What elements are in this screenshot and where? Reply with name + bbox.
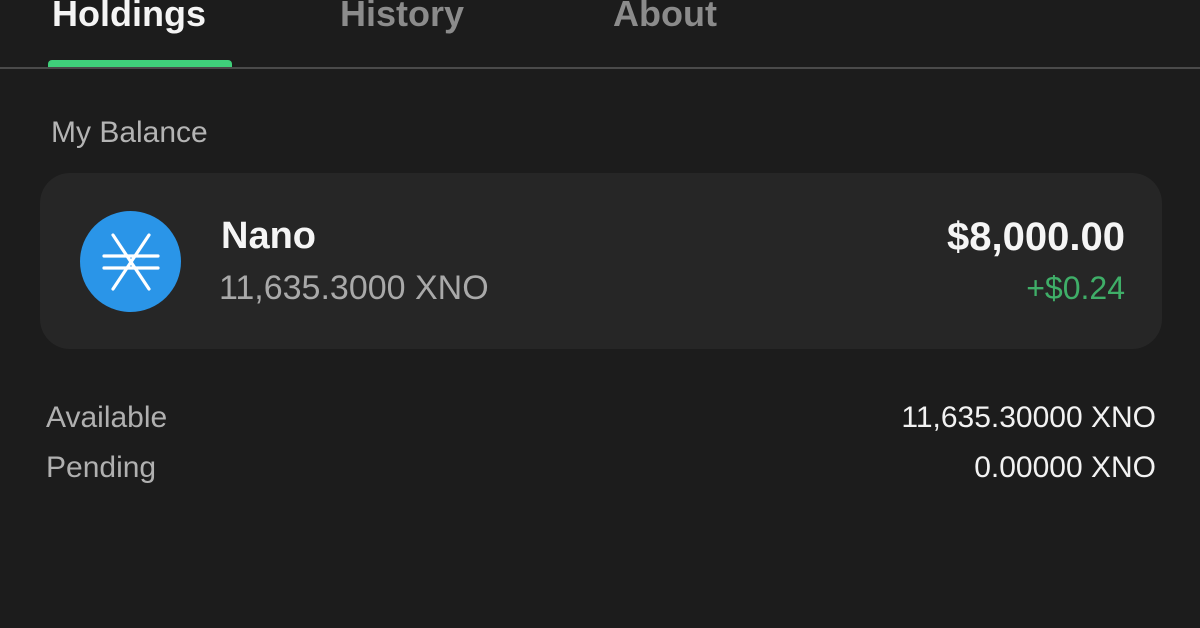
pending-row: Pending 0.00000 XNO [46,451,1156,491]
asset-fiat-value: $8,000.00 [947,215,1125,259]
tab-divider [0,67,1200,69]
pending-value: 0.00000 XNO [974,451,1156,484]
balance-card[interactable]: Nano 11,635.3000 XNO $8,000.00 +$0.24 [40,173,1162,349]
tab-history[interactable]: History [340,0,464,38]
wallet-screen: Holdings History About My Balance Nano 1… [0,0,1200,628]
available-label: Available [46,401,168,434]
tab-about[interactable]: About [613,0,717,38]
available-row: Available 11,635.30000 XNO [46,401,1156,441]
nano-xno-icon [80,211,181,312]
pending-label: Pending [46,451,157,484]
tab-bar: Holdings History About [0,0,1200,69]
tab-holdings[interactable]: Holdings [52,0,206,38]
asset-fiat-change: +$0.24 [1026,270,1125,306]
section-title: My Balance [51,116,208,149]
asset-name: Nano [221,215,316,257]
available-value: 11,635.30000 XNO [901,401,1156,434]
asset-amount: 11,635.3000 XNO [219,269,489,307]
nano-xno-glyph [101,232,160,291]
